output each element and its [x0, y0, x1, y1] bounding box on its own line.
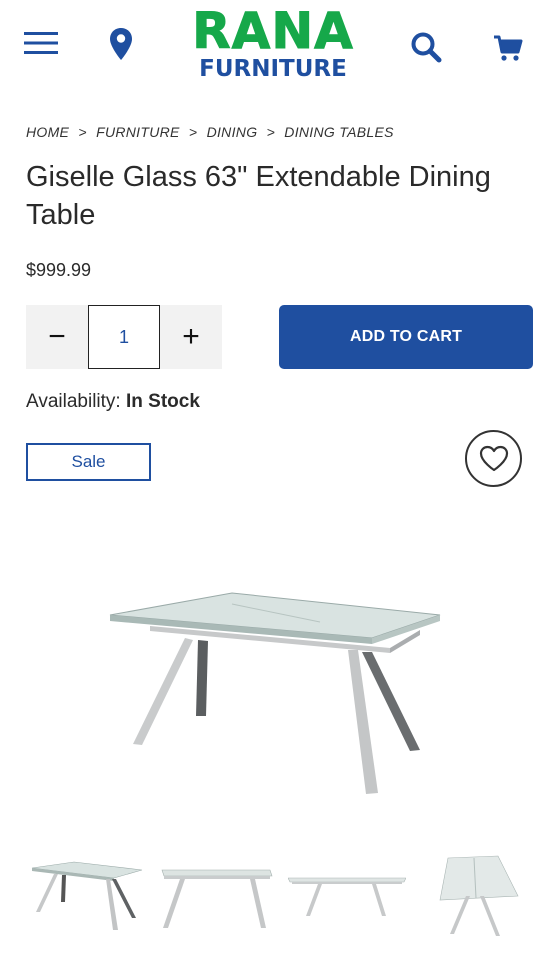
site-header: RANA FURNITURE	[0, 0, 558, 96]
logo-line-2: FURNITURE	[199, 56, 347, 82]
quantity-stepper: − 1 +	[26, 305, 222, 369]
breadcrumb-separator: >	[188, 124, 198, 140]
search-icon	[411, 32, 442, 63]
menu-button[interactable]	[22, 26, 60, 60]
heart-icon	[479, 445, 508, 472]
breadcrumb-link-home[interactable]: HOME	[26, 124, 69, 140]
sale-badge: Sale	[26, 443, 151, 481]
breadcrumb-separator: >	[266, 124, 276, 140]
quantity-increase-button[interactable]: +	[160, 305, 222, 369]
breadcrumb: HOME > FURNITURE > DINING > DINING TABLE…	[26, 124, 394, 140]
cart-button[interactable]	[486, 28, 530, 68]
thumbnail-3[interactable]	[288, 850, 406, 940]
breadcrumb-link-dining-tables[interactable]: DINING TABLES	[284, 124, 393, 140]
quantity-input[interactable]: 1	[88, 305, 160, 369]
product-title: Giselle Glass 63" Extendable Dining Tabl…	[26, 161, 491, 231]
cart-icon	[494, 35, 523, 61]
breadcrumb-link-furniture[interactable]: FURNITURE	[96, 124, 180, 140]
availability-value: In Stock	[125, 391, 200, 412]
quantity-decrease-button[interactable]: −	[26, 305, 88, 369]
thumbnail-2[interactable]	[158, 850, 276, 940]
wishlist-button[interactable]	[465, 430, 522, 487]
logo-line-1: RANA	[192, 2, 354, 60]
thumbnail-1[interactable]	[26, 850, 144, 940]
menu-icon	[24, 32, 58, 54]
availability: Availability: In Stock	[26, 391, 200, 413]
availability-label: Availability:	[26, 391, 121, 412]
breadcrumb-link-dining[interactable]: DINING	[207, 124, 258, 140]
product-price: $999.99	[26, 260, 92, 280]
add-to-cart-button[interactable]: ADD TO CART	[279, 305, 533, 369]
site-logo[interactable]: RANA FURNITURE	[174, 6, 372, 84]
thumbnail-4[interactable]	[418, 850, 536, 940]
store-locator-button[interactable]	[104, 24, 138, 64]
search-button[interactable]	[404, 26, 448, 68]
product-main-image[interactable]	[90, 560, 460, 810]
thumbnail-strip	[26, 850, 536, 940]
location-pin-icon	[110, 28, 132, 60]
breadcrumb-separator: >	[78, 124, 87, 140]
